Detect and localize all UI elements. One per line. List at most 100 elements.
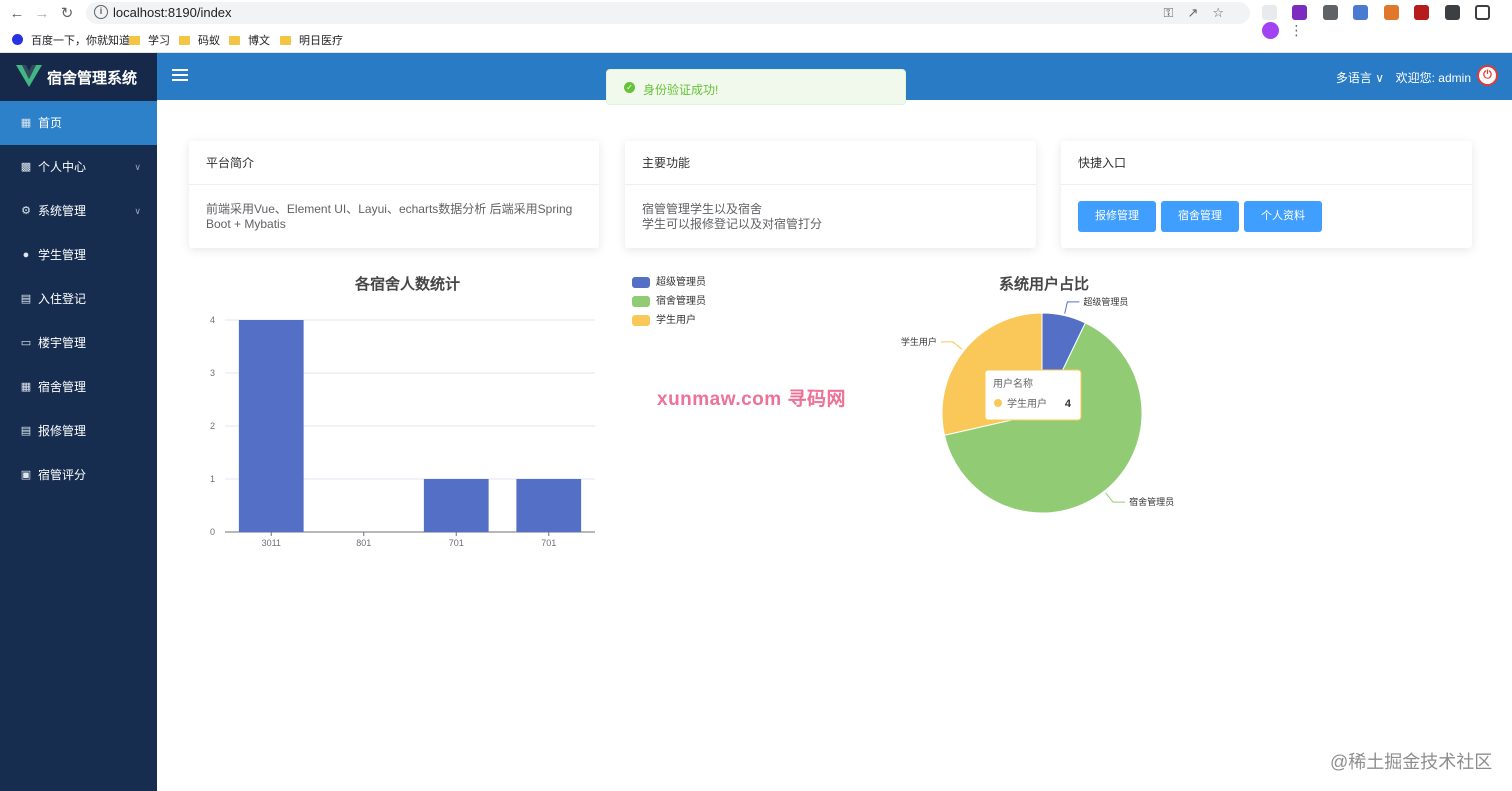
language-dropdown[interactable]: 多语言 ∨ xyxy=(1336,69,1384,86)
feature-line: 学生可以报修登记以及对宿管打分 xyxy=(642,217,823,231)
y-tick-label: 4 xyxy=(210,315,215,325)
chevron-down-icon: ∨ xyxy=(134,162,141,172)
card-body: 报修管理 宿舍管理 个人资料 xyxy=(1061,185,1472,232)
menu-toggle-icon[interactable] xyxy=(172,69,188,83)
sidebar-item-students[interactable]: ● 学生管理 xyxy=(0,233,157,277)
legend-item[interactable]: 学生用户 xyxy=(632,314,706,333)
info-icon[interactable]: i xyxy=(94,5,108,19)
bookmark-item[interactable]: 博文 xyxy=(229,33,270,49)
intro-card: 平台简介 前端采用Vue、Element UI、Layui、echarts数据分… xyxy=(189,141,599,248)
legend-swatch xyxy=(632,296,650,307)
logo[interactable]: 宿舍管理系统 xyxy=(0,53,157,100)
pie-legend: 超级管理员 宿舍管理员 学生用户 xyxy=(632,276,706,333)
gear-icon: ⚙ xyxy=(21,205,31,217)
tooltip-marker xyxy=(994,399,1002,407)
puzzle-icon[interactable] xyxy=(1444,5,1460,21)
logout-icon[interactable]: ⏻ xyxy=(1477,65,1498,86)
rating-icon: ▣ xyxy=(20,469,32,481)
card-body: 前端采用Vue、Element UI、Layui、echarts数据分析 后端采… xyxy=(206,202,573,231)
back-icon[interactable]: ← xyxy=(7,4,27,24)
extension-icon[interactable] xyxy=(1262,5,1277,21)
card-title: 快捷入口 xyxy=(1061,141,1472,185)
browser-chrome: ← → ↻ i localhost:8190/index ⚿↗☆ ⋮ 百度一下，… xyxy=(0,0,1512,53)
y-tick-label: 2 xyxy=(210,421,215,431)
folder-icon xyxy=(129,36,140,45)
url-text[interactable]: localhost:8190/index xyxy=(113,5,232,20)
sidepanel-icon[interactable] xyxy=(1475,5,1491,21)
sidebar-item-system[interactable]: ⚙ 系统管理 ∨ xyxy=(0,189,157,233)
sidebar-item-checkin[interactable]: ▤ 入住登记 xyxy=(0,277,157,321)
legend-label: 超级管理员 xyxy=(656,277,706,288)
bar-chart: 0 1 2 3 4 3011 801 701 701 xyxy=(210,315,595,548)
y-tick-label: 3 xyxy=(210,368,215,378)
extension-icon[interactable] xyxy=(1353,5,1369,21)
sidebar-item-label: 个人中心 xyxy=(38,160,87,174)
bar-chart-title: 各宿舍人数统计 xyxy=(355,276,461,293)
forward-icon[interactable]: → xyxy=(32,4,52,24)
feature-line: 宿管管理学生以及宿舍 xyxy=(642,202,763,216)
bookmark-item[interactable]: 学习 xyxy=(129,33,170,49)
legend-item[interactable]: 宿舍管理员 xyxy=(632,295,706,314)
extension-icon[interactable] xyxy=(1383,5,1399,21)
card-body: 宿管管理学生以及宿舍 学生可以报修登记以及对宿管打分 xyxy=(625,185,1036,232)
card-title: 平台简介 xyxy=(189,141,599,185)
tooltip-title: 用户名称 xyxy=(993,377,1033,390)
sidebar-item-dorms[interactable]: ▦ 宿舍管理 xyxy=(0,365,157,409)
folder-icon xyxy=(229,36,240,45)
bar[interactable] xyxy=(238,320,304,532)
slice-label: 学生用户 xyxy=(901,336,937,347)
bookmark-item[interactable]: 码蚁 xyxy=(179,33,220,49)
folder-icon xyxy=(280,36,291,45)
bar[interactable] xyxy=(516,479,582,532)
sidebar-item-label: 楼宇管理 xyxy=(38,336,87,350)
user-icon: ● xyxy=(22,249,30,261)
repair-management-button[interactable]: 报修管理 xyxy=(1078,201,1156,232)
sidebar-item-buildings[interactable]: ▭ 楼宇管理 xyxy=(0,321,157,365)
dorm-management-button[interactable]: 宿舍管理 xyxy=(1161,201,1239,232)
legend-swatch xyxy=(632,315,650,326)
welcome-text: 欢迎您: admin xyxy=(1395,71,1471,85)
grid-icon: ▦ xyxy=(20,117,32,129)
tooltip-box xyxy=(984,369,1082,421)
pie-tooltip: 用户名称学生用户 4 xyxy=(984,369,1082,421)
check-circle-icon: ✓ xyxy=(624,82,635,93)
features-card: 主要功能 宿管管理学生以及宿舍 学生可以报修登记以及对宿管打分 xyxy=(625,141,1036,248)
y-tick-label: 0 xyxy=(210,527,215,537)
x-tick-label: 801 xyxy=(356,538,371,548)
legend-item[interactable]: 超级管理员 xyxy=(632,276,706,295)
url-action-icons[interactable]: ⚿↗☆ xyxy=(1164,5,1238,21)
reload-icon[interactable]: ↻ xyxy=(57,4,77,24)
y-tick-label: 1 xyxy=(210,474,215,484)
document-icon: ▤ xyxy=(20,425,32,437)
bar[interactable] xyxy=(423,479,489,532)
app-title: 宿舍管理系统 xyxy=(47,70,138,87)
bookmark-item[interactable]: 百度一下，你就知道 xyxy=(12,33,130,49)
language-label: 多语言 xyxy=(1335,71,1372,85)
sidebar-item-home[interactable]: ▦ 首页 xyxy=(0,101,157,145)
sidebar-item-label: 宿管评分 xyxy=(38,468,87,482)
bookmarks-bar: 百度一下，你就知道 学习 码蚁 博文 明日医疗 xyxy=(0,30,1512,50)
sidebar-menu: ▦ 首页 ▩ 个人中心 ∨ ⚙ 系统管理 ∨ ● 学生管理 ▤ 入住登记 ▭ 楼… xyxy=(0,101,157,497)
legend-swatch xyxy=(632,277,650,288)
sidebar-item-label: 首页 xyxy=(38,116,63,130)
sidebar-item-repairs[interactable]: ▤ 报修管理 xyxy=(0,409,157,453)
profile-button[interactable]: 个人资料 xyxy=(1244,201,1322,232)
bookmark-item[interactable]: 明日医疗 xyxy=(280,33,343,49)
sidebar-item-label: 入住登记 xyxy=(38,292,87,306)
url-bar[interactable]: i localhost:8190/index ⚿↗☆ xyxy=(86,2,1250,24)
address-row: ← → ↻ i localhost:8190/index ⚿↗☆ ⋮ xyxy=(0,0,1512,40)
extension-icon[interactable] xyxy=(1292,5,1308,21)
extension-icon[interactable] xyxy=(1414,5,1430,21)
vue-logo-icon xyxy=(16,65,42,87)
toast-message: 身份验证成功! xyxy=(643,83,719,97)
label-line xyxy=(1064,301,1080,314)
success-toast: ✓ 身份验证成功! xyxy=(606,69,906,105)
sidebar-item-personal-center[interactable]: ▩ 个人中心 ∨ xyxy=(0,145,157,189)
sidebar-item-rating[interactable]: ▣ 宿管评分 xyxy=(0,453,157,497)
slice-label: 宿舍管理员 xyxy=(1129,496,1174,507)
sidebar-item-label: 报修管理 xyxy=(38,424,87,438)
extension-icon[interactable] xyxy=(1322,5,1338,21)
extensions-bar: ⋮ xyxy=(1262,4,1512,40)
tooltip-name: 学生用户 xyxy=(1007,397,1047,410)
chevron-down-icon: ∨ xyxy=(1375,71,1384,85)
